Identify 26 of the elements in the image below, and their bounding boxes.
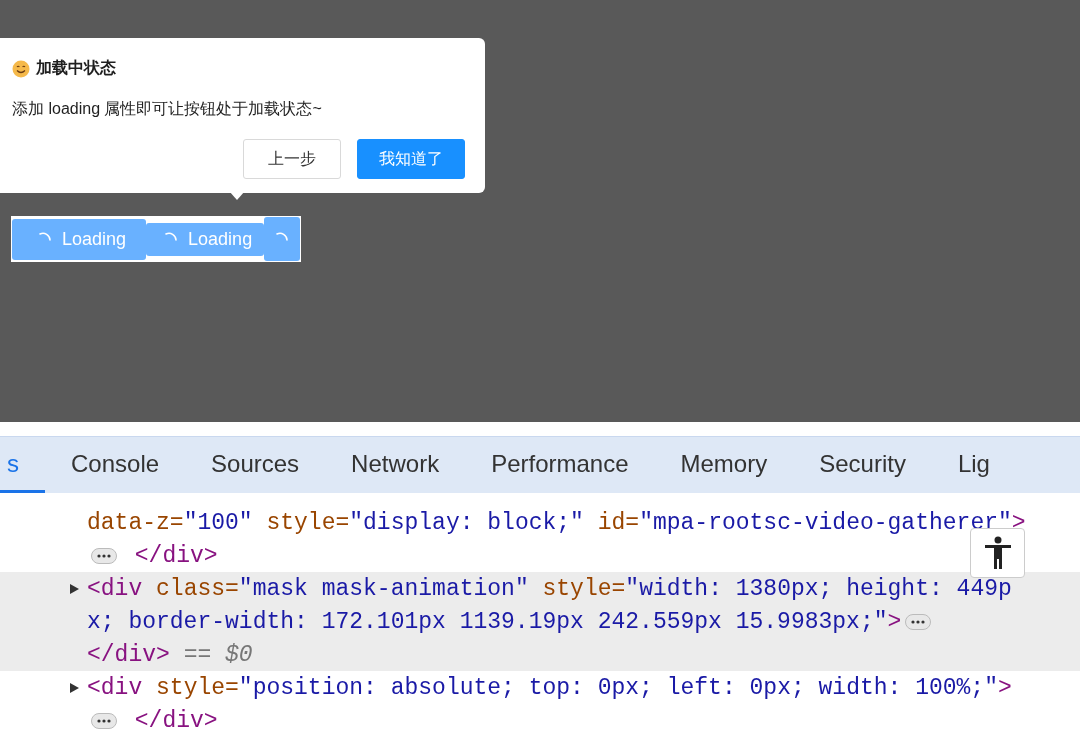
devtools-tab[interactable]: Network	[325, 437, 466, 493]
devtools-tab[interactable]: Security	[793, 437, 932, 493]
code-text: data-z="100" style="display: block;" id="mpa-rootsc-video-gatherer">	[87, 509, 1026, 536]
devtools-tab[interactable]: Sources	[185, 437, 326, 493]
code-text: x; border-width: 172.101px 1139.19px 242.559px 15.9983px;">	[87, 608, 902, 635]
popover-description: 添加 loading 属性即可让按钮处于加载状态~	[12, 99, 323, 119]
devtools-tab[interactable]: Performance	[465, 437, 655, 493]
code-text: <div style="position: absolute; top: 0px; left: 0px; width: 100%;">	[87, 674, 1012, 701]
devtools-tab[interactable]: Console	[45, 437, 186, 493]
expand-triangle-icon[interactable]	[68, 583, 80, 595]
code-text: </div>	[133, 542, 218, 569]
code-text: </div> == $0	[87, 641, 253, 668]
selected-node-row[interactable]: <div class="mask mask-animation" style="width: 1380px; height: 449p x; border-width: 172.101px 1139.19px 242.559px 15.9983px;"> </div> == $0	[0, 572, 1080, 671]
devtools-tab[interactable]: s	[0, 437, 45, 493]
smiley-icon	[12, 59, 30, 78]
ellipsis-icon[interactable]	[905, 613, 932, 630]
previous-button[interactable]: 上一步	[243, 139, 341, 179]
code-text: <div class="mask mask-animation" style="width: 1380px; height: 449p	[87, 575, 1012, 602]
devtools-tab[interactable]: Lig	[931, 437, 1016, 493]
accessibility-icon	[983, 536, 1012, 570]
expand-triangle-icon[interactable]	[68, 682, 80, 694]
ellipsis-icon[interactable]	[91, 547, 117, 564]
code-text: </div>	[133, 707, 218, 734]
devtools-tab[interactable]: Memory	[654, 437, 794, 493]
ellipsis-icon[interactable]	[91, 712, 117, 729]
popover-title: 加载中状态	[36, 58, 116, 78]
